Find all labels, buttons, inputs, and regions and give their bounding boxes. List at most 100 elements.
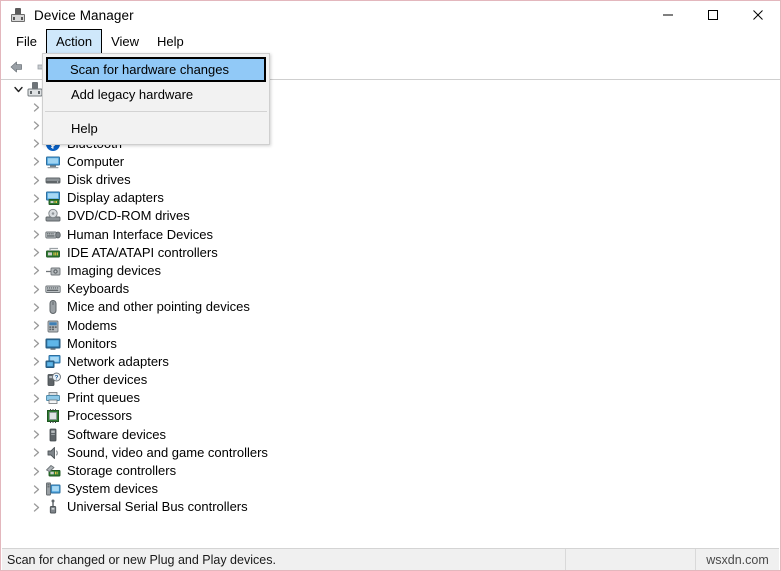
tree-item-label: Storage controllers [67,463,177,479]
tree-item-label: Display adapters [67,190,164,206]
chevron-right-icon[interactable] [28,426,44,444]
tree-item-label: Keyboards [67,281,130,297]
imaging-device-icon [44,262,62,280]
disk-drive-icon [44,171,62,189]
tree-item-label: Processors [67,408,133,424]
keyboard-icon [44,280,62,298]
window-controls [645,1,780,29]
menu-item-add-legacy-hardware[interactable]: Add legacy hardware [45,83,267,106]
tree-item-label: Disk drives [67,172,131,188]
menu-separator [45,111,267,112]
chevron-right-icon[interactable] [28,389,44,407]
chevron-right-icon[interactable] [28,298,44,316]
tree-item-label: Mice and other pointing devices [67,299,250,315]
tree-item-label: Universal Serial Bus controllers [67,499,248,515]
tree-item-label: Monitors [67,335,117,351]
tree-item-dvd-cdrom-drives[interactable]: DVD/CD-ROM drives [2,207,779,225]
tree-item-label: Print queues [67,390,140,406]
chevron-right-icon[interactable] [28,189,44,207]
chevron-right-icon[interactable] [28,207,44,225]
chevron-down-icon[interactable] [10,80,26,98]
tree-item-network-adapters[interactable]: Network adapters [2,353,779,371]
tree-item-computer[interactable]: Computer [2,153,779,171]
menu-help[interactable]: Help [148,29,193,54]
menu-file[interactable]: File [7,29,46,54]
chevron-right-icon[interactable] [28,226,44,244]
chevron-right-icon[interactable] [28,353,44,371]
chevron-right-icon[interactable] [28,317,44,335]
other-device-icon: ? [44,371,62,389]
tree-item-processors[interactable]: Processors [2,407,779,425]
back-button[interactable] [6,56,30,78]
mouse-icon [44,298,62,316]
menu-action[interactable]: Action [45,29,103,54]
chevron-right-icon[interactable] [28,171,44,189]
tree-item-software-devices[interactable]: Software devices [2,426,779,444]
tree-item-display-adapters[interactable]: Display adapters [2,189,779,207]
chevron-right-icon[interactable] [28,280,44,298]
chevron-right-icon[interactable] [28,371,44,389]
processor-icon [44,407,62,425]
device-manager-window: Device Manager File Action View Help Com… [0,0,781,571]
storage-controller-icon [44,462,62,480]
tree-item-label: Sound, video and game controllers [67,444,268,460]
tree-item-label: Modems [67,317,117,333]
svg-text:?: ? [55,375,59,382]
action-menu-dropdown: Scan for hardware changes Add legacy har… [42,53,270,145]
printer-icon [44,389,62,407]
tree-item-label: Imaging devices [67,262,161,278]
monitor-icon [44,335,62,353]
status-bar: Scan for changed or new Plug and Play de… [2,548,779,570]
watermark: wsxdn.com [706,552,769,567]
tree-item-label: Software devices [67,426,166,442]
tree-item-label: Human Interface Devices [67,226,213,242]
hid-icon [44,226,62,244]
title-bar: Device Manager [1,1,780,29]
tree-item-universal-serial-bus-controllers[interactable]: Universal Serial Bus controllers [2,498,779,516]
window-title: Device Manager [34,7,134,23]
tree-item-label: System devices [67,481,159,497]
status-pane-empty [566,548,696,570]
tree-item-monitors[interactable]: Monitors [2,335,779,353]
display-adapter-icon [44,189,62,207]
tree-item-print-queues[interactable]: Print queues [2,389,779,407]
chevron-right-icon[interactable] [28,335,44,353]
device-manager-icon [10,7,26,23]
chevron-right-icon[interactable] [28,153,44,171]
tree-item-disk-drives[interactable]: Disk drives [2,171,779,189]
chevron-right-icon[interactable] [28,244,44,262]
menu-item-help[interactable]: Help [45,117,267,140]
tree-item-sound-video-and-game-controllers[interactable]: Sound, video and game controllers [2,444,779,462]
tree-item-system-devices[interactable]: System devices [2,480,779,498]
chevron-right-icon[interactable] [28,462,44,480]
chevron-right-icon[interactable] [28,262,44,280]
tree-item-ide-ata-atapi-controllers[interactable]: IDE ATA/ATAPI controllers [2,244,779,262]
tree-item-label: Computer [67,153,125,169]
tree-item-other-devices[interactable]: ? Other devices [2,371,779,389]
chevron-right-icon[interactable] [28,444,44,462]
minimize-button[interactable] [645,1,690,29]
tree-item-keyboards[interactable]: Keyboards [2,280,779,298]
tree-item-mice-and-other-pointing-devices[interactable]: Mice and other pointing devices [2,298,779,316]
tree-item-human-interface-devices[interactable]: Human Interface Devices [2,226,779,244]
maximize-button[interactable] [690,1,735,29]
menu-bar: File Action View Help [1,29,780,54]
tree-item-imaging-devices[interactable]: Imaging devices [2,262,779,280]
chevron-right-icon[interactable] [28,498,44,516]
tree-item-label: IDE ATA/ATAPI controllers [67,244,218,260]
device-tree[interactable]: Batteries Bluetooth [2,80,779,544]
menu-item-scan-for-hardware-changes[interactable]: Scan for hardware changes [46,57,266,82]
network-adapter-icon [44,353,62,371]
tree-item-modems[interactable]: Modems [2,316,779,334]
chevron-right-icon[interactable] [28,407,44,425]
system-device-icon [44,480,62,498]
menu-view[interactable]: View [102,29,148,54]
usb-icon [44,498,62,516]
tree-item-storage-controllers[interactable]: Storage controllers [2,462,779,480]
close-button[interactable] [735,1,780,29]
speaker-icon [44,444,62,462]
ide-controller-icon [44,244,62,262]
tree-item-label: Network adapters [67,353,169,369]
dvd-drive-icon [44,207,62,225]
chevron-right-icon[interactable] [28,480,44,498]
